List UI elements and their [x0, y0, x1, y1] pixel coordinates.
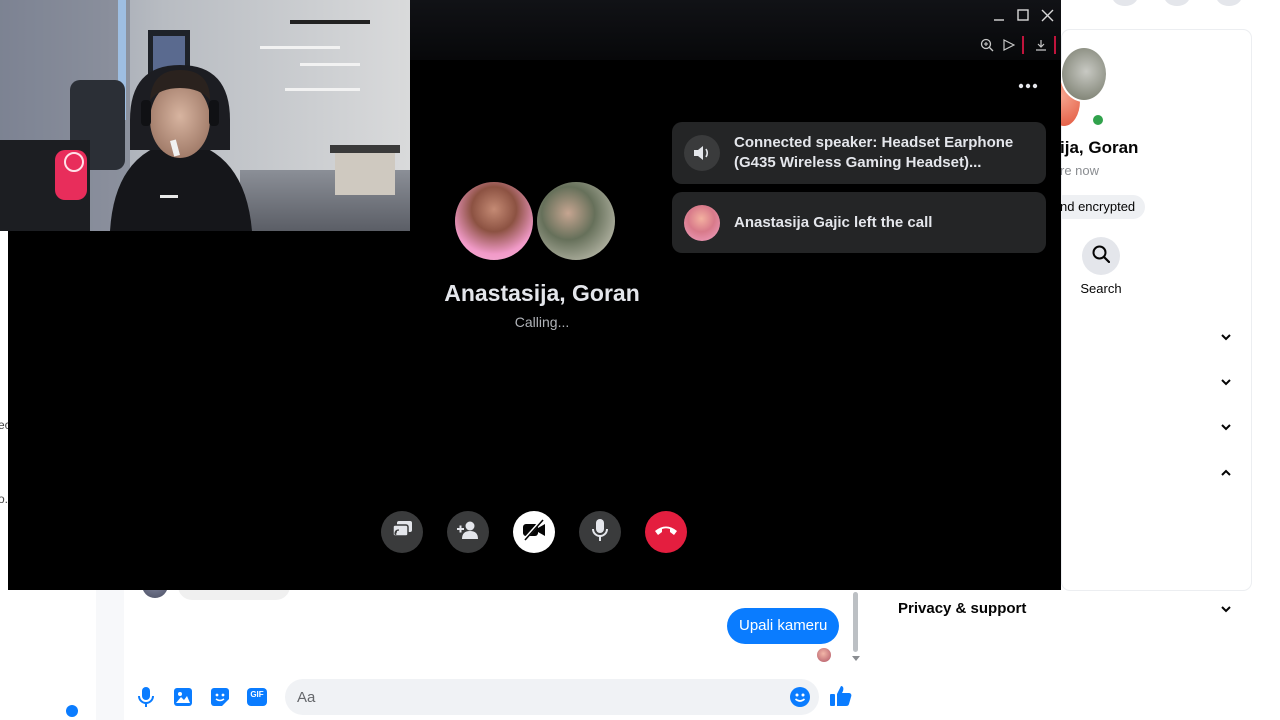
end-call-icon: [654, 523, 678, 541]
accent-bar: [1022, 36, 1024, 54]
top-icon[interactable]: [1164, 0, 1190, 6]
left-call-toast: Anastasija Gajic left the call: [672, 192, 1046, 253]
share-screen-button[interactable]: [381, 511, 423, 553]
chevron-down-icon[interactable]: [1220, 603, 1232, 615]
chevron-up-icon[interactable]: [1220, 466, 1232, 478]
avatar: [453, 180, 535, 262]
scrollbar-thumb[interactable]: [853, 592, 858, 652]
sent-message-bubble[interactable]: Upali kameru: [727, 608, 840, 644]
image-icon[interactable]: [172, 686, 194, 708]
encryption-badge[interactable]: nd encrypted: [1052, 195, 1146, 219]
camera-off-icon: [521, 518, 547, 546]
caller-avatars: [453, 180, 617, 264]
speaker-toast: Connected speaker: Headset Earphone (G43…: [672, 122, 1046, 184]
minimize-icon[interactable]: [988, 4, 1010, 26]
send-icon[interactable]: [1000, 36, 1018, 54]
microphone-button[interactable]: [579, 511, 621, 553]
avatar: [1060, 46, 1108, 102]
message-composer: GIF Aa: [124, 676, 880, 720]
chevron-down-icon[interactable]: [1220, 376, 1232, 388]
message-input-placeholder: Aa: [297, 689, 316, 706]
top-icon[interactable]: [1112, 0, 1138, 6]
privacy-support-section[interactable]: Privacy & support: [898, 600, 1026, 617]
call-status: Calling...: [514, 314, 570, 330]
avatar[interactable]: [1216, 0, 1242, 6]
zoom-icon[interactable]: [978, 36, 996, 54]
conversation-name: ija, Goran: [1060, 138, 1139, 157]
top-icons: [1112, 0, 1262, 6]
avatar: [684, 204, 720, 241]
search-label: Search: [1080, 281, 1122, 296]
scroll-down-arrow-icon[interactable]: [852, 656, 860, 661]
active-status: re now: [1060, 163, 1100, 178]
unread-dot: [66, 705, 78, 717]
seen-avatar: [817, 648, 831, 662]
add-person-button[interactable]: [447, 511, 489, 553]
speaker-icon: [684, 135, 720, 171]
more-options-button[interactable]: [1013, 75, 1043, 95]
search-button[interactable]: [1082, 237, 1120, 275]
emoji-icon[interactable]: [790, 687, 810, 712]
mic-icon[interactable]: [135, 686, 157, 708]
gif-icon[interactable]: GIF: [246, 686, 268, 708]
cut-text: o.: [0, 492, 9, 506]
search-icon: [1092, 245, 1111, 268]
more-icon: [1018, 76, 1038, 94]
caller-name: Anastasija, Goran: [444, 280, 640, 306]
share-screen-icon: [392, 520, 412, 544]
close-icon[interactable]: [1036, 4, 1058, 26]
accent-bar: [1054, 36, 1056, 54]
microphone-icon: [592, 518, 608, 546]
like-icon[interactable]: [830, 685, 852, 712]
download-icon[interactable]: [1032, 36, 1050, 54]
online-status-dot: [1091, 113, 1105, 127]
add-person-icon: [456, 521, 480, 544]
chevron-down-icon[interactable]: [1220, 331, 1232, 343]
message-input[interactable]: Aa: [285, 679, 819, 715]
avatar: [535, 180, 617, 262]
left-call-toast-text: Anastasija Gajic left the call: [734, 213, 933, 231]
sticker-icon[interactable]: [209, 686, 231, 708]
chat-scrollbar[interactable]: [852, 590, 860, 666]
webcam-overlay: [0, 0, 410, 231]
chevron-down-icon[interactable]: [1220, 421, 1232, 433]
end-call-button[interactable]: [645, 511, 687, 553]
maximize-icon[interactable]: [1012, 4, 1034, 26]
speaker-toast-text: Connected speaker: Headset Earphone (G43…: [734, 134, 1014, 171]
gif-label: GIF: [250, 690, 264, 699]
camera-off-button[interactable]: [513, 511, 555, 553]
